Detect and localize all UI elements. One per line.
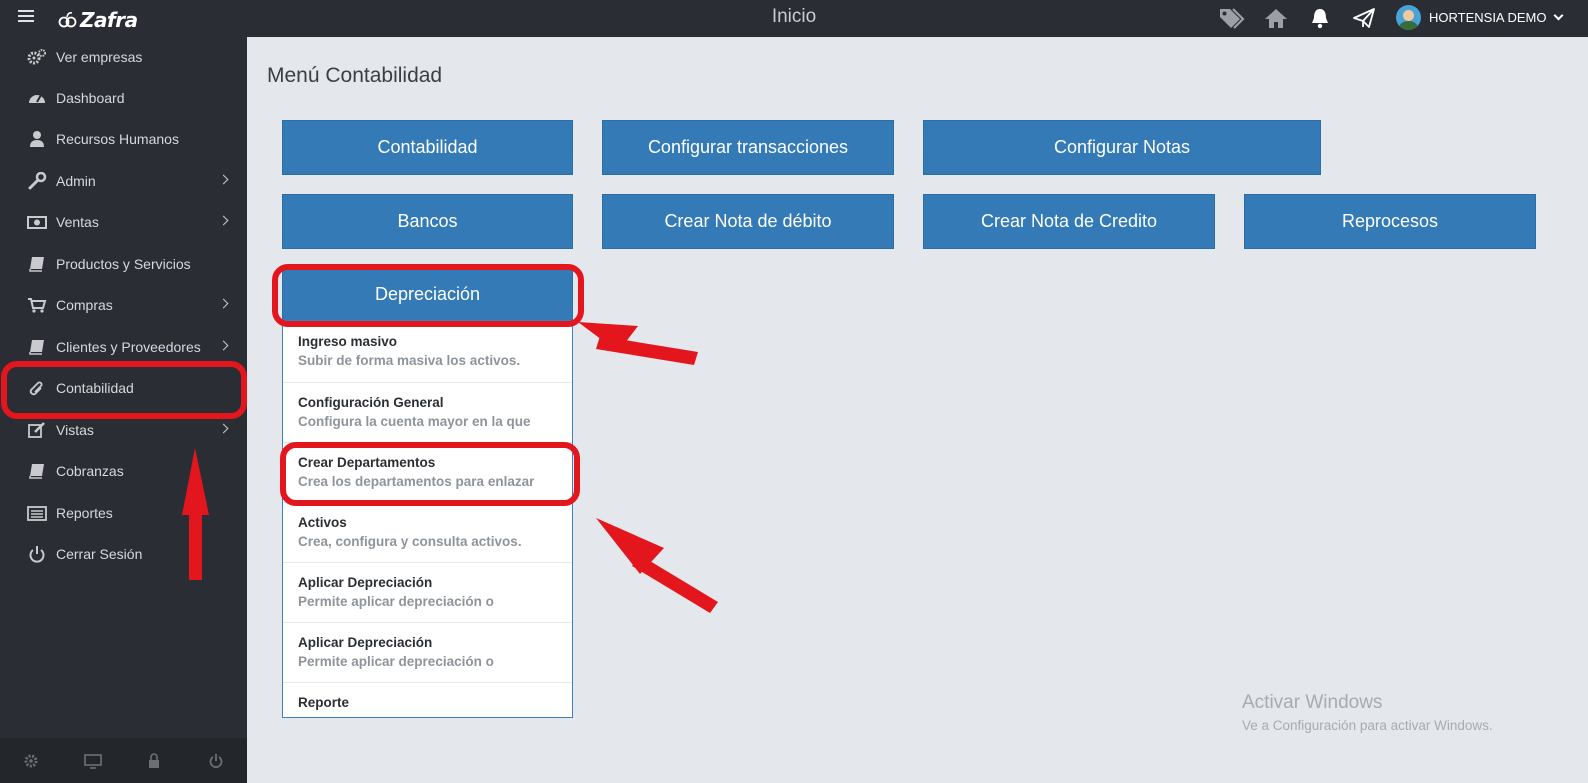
arrow-up-icon xyxy=(182,448,209,580)
annotation-arrows xyxy=(182,322,718,613)
windows-watermark-title: Activar Windows xyxy=(1242,692,1383,713)
arrow-left-icon xyxy=(578,322,698,365)
windows-watermark-subtitle: Ve a Configuración para activar Windows. xyxy=(1242,718,1493,733)
arrow-up-left-icon xyxy=(596,518,718,613)
